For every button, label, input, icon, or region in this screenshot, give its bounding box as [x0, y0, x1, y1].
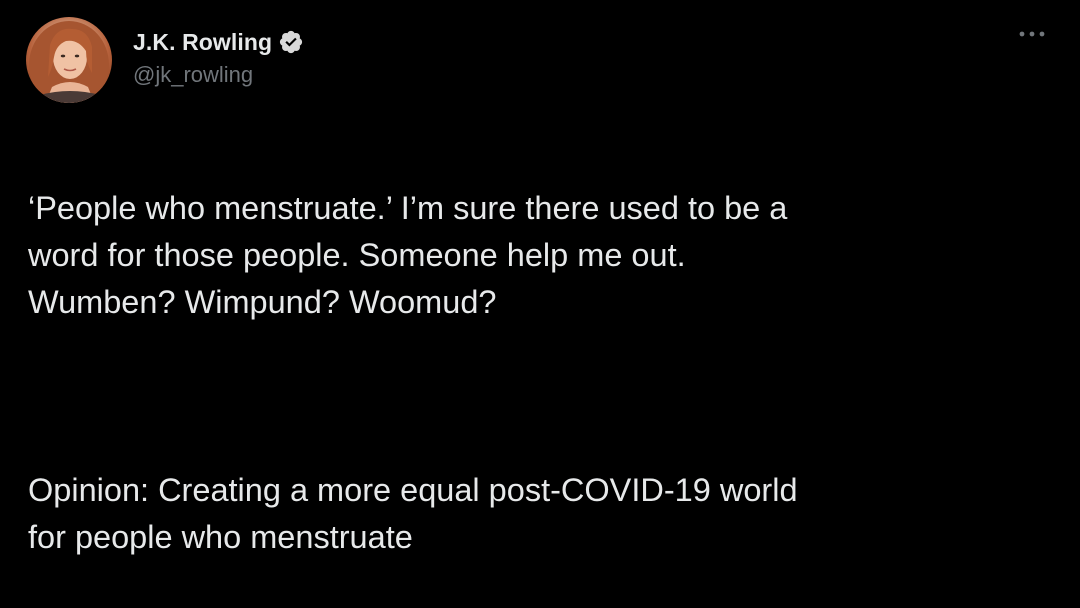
author-name-row[interactable]: J.K. Rowling — [133, 26, 304, 58]
tweet-text: ‘People who menstruate.’ I’m sure there … — [28, 138, 1048, 608]
avatar[interactable] — [26, 17, 112, 103]
tweet-paragraph: ‘People who menstruate.’ I’m sure there … — [28, 190, 788, 320]
avatar-image — [29, 21, 109, 103]
author-handle[interactable]: @jk_rowling — [133, 62, 253, 88]
verified-badge-icon — [278, 29, 304, 55]
tweet-card: J.K. Rowling @jk_rowling ‘People who men… — [0, 0, 1080, 555]
tweet-paragraph: Opinion: Creating a more equal post-COVI… — [28, 472, 798, 555]
author-display-name[interactable]: J.K. Rowling — [133, 29, 272, 56]
more-horizontal-icon[interactable] — [1014, 24, 1050, 44]
